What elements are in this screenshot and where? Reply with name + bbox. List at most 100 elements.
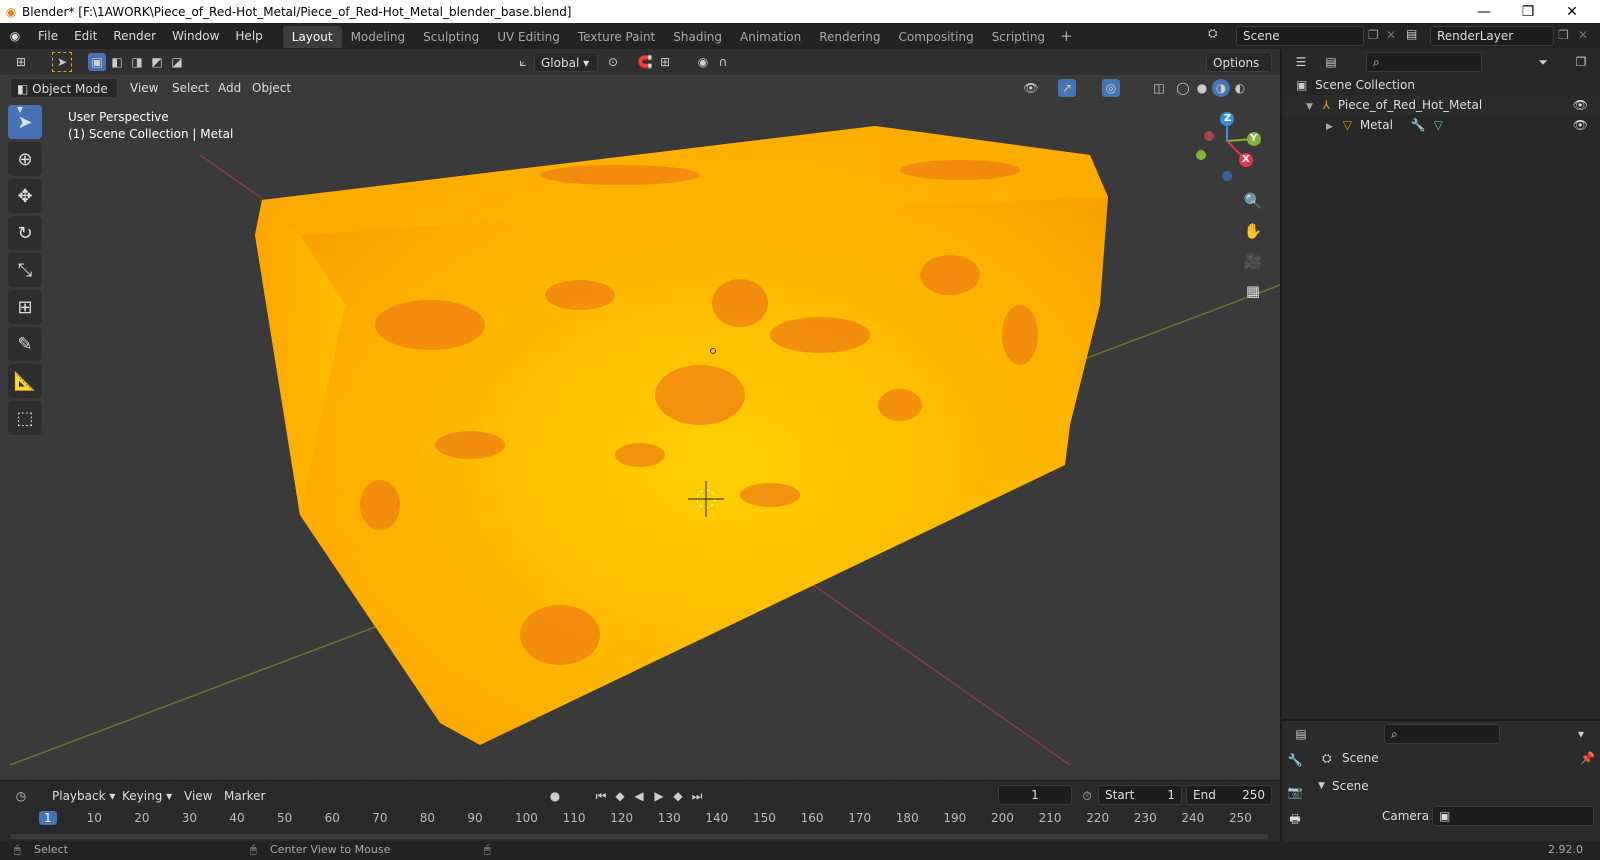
timeline-view-menu[interactable]: View — [178, 786, 218, 806]
minimize-button[interactable]: — — [1462, 0, 1506, 23]
rotate-tool-icon[interactable]: ↻ — [8, 216, 42, 250]
tab-uv-editing[interactable]: UV Editing — [488, 26, 569, 48]
scene-icon[interactable]: ⛭ — [1208, 26, 1218, 41]
jump-end-icon[interactable]: ⏭ — [688, 787, 706, 805]
prev-keyframe-icon[interactable]: ◆ — [611, 787, 629, 805]
new-scene-icon[interactable]: ❐ — [1368, 28, 1379, 42]
select-mode-intersect-icon[interactable]: ◪ — [168, 53, 186, 71]
play-icon[interactable]: ▶ — [650, 787, 668, 805]
visibility-eye-icon[interactable]: 👁 — [1573, 115, 1588, 135]
start-frame-field[interactable]: Start 1 — [1098, 785, 1182, 805]
transform-tool-icon[interactable]: ⊞ — [8, 290, 42, 324]
proportional-edit-icon[interactable]: ◉ — [694, 53, 712, 71]
menu-help[interactable]: Help — [227, 23, 270, 49]
select-mode-new-icon[interactable]: ▣ — [88, 53, 106, 71]
timeline-editor-icon[interactable]: ◷ — [12, 787, 30, 805]
visibility-eye-icon[interactable]: 👁 — [1573, 95, 1588, 115]
menu-edit[interactable]: Edit — [66, 23, 105, 49]
outliner-row-metal[interactable]: ▶ ▽ Metal 🔧 ▽ 👁 — [1282, 115, 1600, 135]
options-dropdown[interactable]: Options ▾ — [1206, 52, 1272, 90]
filter-icon[interactable]: ⏷ — [1534, 53, 1552, 71]
new-collection-icon[interactable]: ❐ — [1572, 53, 1590, 71]
add-menu[interactable]: Add — [212, 78, 247, 98]
xray-icon[interactable]: ◫ — [1150, 79, 1168, 97]
add-workspace-icon[interactable]: + — [1054, 27, 1079, 45]
cursor-tool-icon[interactable]: ⊕ — [8, 142, 42, 176]
snap-target-icon[interactable]: ⊞ — [656, 53, 674, 71]
menu-file[interactable]: File — [30, 23, 66, 49]
editor-type-icon[interactable]: ⊞ — [12, 53, 30, 71]
view-layer-icon[interactable]: ▤ — [1406, 27, 1417, 41]
properties-search-input[interactable]: ⌕ — [1384, 724, 1500, 744]
display-mode-icon[interactable]: ▤ — [1322, 53, 1340, 71]
select-mode-invert-icon[interactable]: ◩ — [148, 53, 166, 71]
add-cube-tool-icon[interactable]: ⬚ — [8, 401, 42, 435]
transform-orientation-dropdown[interactable]: Global ▾ — [534, 52, 598, 72]
section-collapse-icon[interactable]: ▼ — [1318, 781, 1325, 791]
pan-hand-icon[interactable]: ✋ — [1240, 218, 1266, 244]
tab-layout[interactable]: Layout — [282, 26, 342, 48]
menu-window[interactable]: Window — [164, 23, 227, 49]
tab-modeling[interactable]: Modeling — [342, 26, 415, 48]
3d-viewport[interactable]: User Perspective (1) Scene Collection | … — [0, 75, 1280, 780]
measure-tool-icon[interactable]: 📐 — [8, 364, 42, 398]
play-reverse-icon[interactable]: ◀ — [630, 787, 648, 805]
annotate-tool-icon[interactable]: ✎ — [8, 327, 42, 361]
tab-scripting[interactable]: Scripting — [983, 26, 1054, 48]
solid-shading-icon[interactable]: ● — [1193, 79, 1211, 97]
move-tool-icon[interactable]: ✥ — [8, 179, 42, 213]
snap-icon[interactable]: 🧲 — [636, 53, 654, 71]
restore-button[interactable]: ❐ — [1506, 0, 1550, 23]
expand-right-icon[interactable]: ▶ — [1326, 122, 1333, 132]
stopwatch-icon[interactable]: ⏱ — [1078, 787, 1096, 805]
menu-render[interactable]: Render — [105, 23, 164, 49]
select-box-tool-icon[interactable]: ➤ — [52, 52, 72, 72]
tab-rendering[interactable]: Rendering — [810, 26, 889, 48]
rendered-shading-icon[interactable]: ◐ — [1231, 79, 1249, 97]
timeline-scrollbar[interactable] — [10, 834, 1268, 839]
select-menu[interactable]: Select — [166, 78, 215, 98]
record-icon[interactable]: ● — [546, 787, 564, 805]
delete-layer-icon[interactable]: ✕ — [1578, 28, 1588, 42]
camera-field[interactable]: ▣ — [1432, 806, 1594, 826]
blender-menu-icon[interactable]: ◉ — [0, 29, 30, 43]
select-mode-extend-icon[interactable]: ◧ — [108, 53, 126, 71]
pin-icon[interactable]: 📌 — [1580, 751, 1595, 765]
jump-start-icon[interactable]: ⏮ — [592, 787, 610, 805]
scale-tool-icon[interactable]: ⤡ — [8, 253, 42, 287]
scene-selector[interactable]: Scene — [1236, 26, 1364, 46]
view-menu[interactable]: View — [124, 78, 164, 98]
delete-scene-icon[interactable]: ✕ — [1386, 28, 1396, 42]
tab-compositing[interactable]: Compositing — [889, 26, 982, 48]
overlays-icon[interactable]: ◎ — [1102, 79, 1120, 97]
marker-menu[interactable]: Marker — [218, 786, 271, 806]
outliner-search-input[interactable]: ⌕ — [1366, 52, 1482, 72]
falloff-icon[interactable]: ∩ — [714, 53, 732, 71]
select-box-tool-icon[interactable]: ➤ — [8, 105, 42, 139]
outliner-row-collection[interactable]: ▼ ⅄ Piece_of_Red_Hot_Metal 👁 — [1282, 95, 1600, 115]
pivot-point-icon[interactable]: ⊙ — [604, 53, 622, 71]
frame-ruler[interactable]: 1 10 20 30 40 50 60 70 80 90 100 110 120 130 140 150 160… — [0, 809, 1280, 829]
object-menu[interactable]: Object — [246, 78, 297, 98]
perspective-toggle-icon[interactable]: ▦ — [1240, 278, 1266, 304]
outliner-row-scene-collection[interactable]: ▣ Scene Collection — [1282, 75, 1600, 95]
render-tab-icon[interactable]: 📷 — [1286, 783, 1304, 801]
visibility-icon[interactable]: 👁 — [1022, 79, 1040, 97]
tool-tab-icon[interactable]: 🔧 — [1286, 751, 1304, 769]
current-frame-field[interactable]: 1 — [998, 785, 1072, 805]
output-tab-icon[interactable]: 🖶 — [1286, 811, 1304, 829]
properties-editor-icon[interactable]: ▤ — [1292, 725, 1310, 743]
material-shading-icon[interactable]: ◑ — [1212, 79, 1230, 97]
select-mode-subtract-icon[interactable]: ◨ — [128, 53, 146, 71]
next-keyframe-icon[interactable]: ◆ — [669, 787, 687, 805]
camera-view-icon[interactable]: 🎥 — [1240, 248, 1266, 274]
zoom-icon[interactable]: 🔍 — [1240, 188, 1266, 214]
new-layer-icon[interactable]: ❐ — [1558, 28, 1569, 42]
tab-sculpting[interactable]: Sculpting — [414, 26, 488, 48]
tab-shading[interactable]: Shading — [664, 26, 731, 48]
properties-options-icon[interactable]: ▾ — [1572, 725, 1590, 743]
tab-texture-paint[interactable]: Texture Paint — [569, 26, 664, 48]
playback-menu[interactable]: Playback ▾ — [46, 786, 121, 806]
keying-menu[interactable]: Keying ▾ — [116, 786, 178, 806]
render-layer-selector[interactable]: RenderLayer — [1430, 26, 1554, 46]
